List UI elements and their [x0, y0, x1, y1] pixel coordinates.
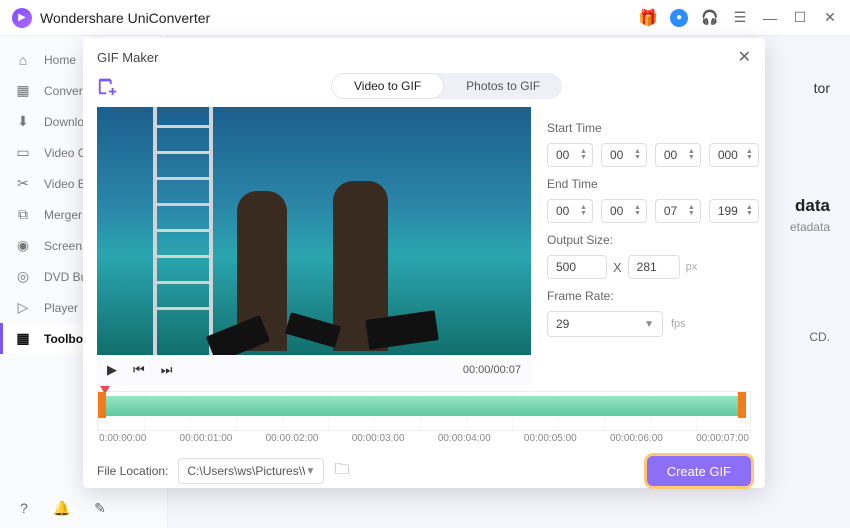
disc-icon: ◎ [14, 268, 32, 285]
tick-label: 00:00:04:00 [438, 433, 491, 444]
start-ss-stepper[interactable]: 00▲▼ [655, 143, 701, 167]
tick-label: 00:00:06:00 [610, 433, 663, 444]
hamburger-icon[interactable]: ☰ [732, 10, 748, 26]
add-file-icon[interactable] [97, 75, 119, 97]
frame-rate-label: Frame Rate: [547, 289, 759, 303]
headset-icon[interactable]: 🎧 [702, 10, 718, 26]
playback-controls: ▶ ⏮ ⏭ 00:00/00:07 [97, 355, 531, 385]
status-bar: ? 🔔 ✎ [16, 500, 108, 516]
user-avatar[interactable]: ● [670, 9, 688, 27]
settings-panel: Start Time 00▲▼ 00▲▼ 00▲▼ 000▲▼ End Time… [547, 107, 759, 385]
spinner-buttons[interactable]: ▲▼ [580, 205, 587, 217]
file-location-label: File Location: [97, 464, 168, 478]
grid-icon: ▦ [14, 330, 32, 347]
window-maximize-icon[interactable]: ☐ [792, 10, 808, 26]
spinner-buttons[interactable]: ▲▼ [688, 149, 695, 161]
output-size-label: Output Size: [547, 233, 759, 247]
previous-frame-button[interactable]: ⏮ [133, 362, 145, 378]
tab-video-to-gif[interactable]: Video to GIF [331, 73, 444, 99]
spinner-buttons[interactable]: ▲▼ [746, 149, 753, 161]
gif-maker-modal: GIF Maker ✕ Video to GIF Photos to GIF [83, 38, 765, 488]
tick-label: 00:00:01:00 [180, 433, 233, 444]
start-ms-stepper[interactable]: 000▲▼ [709, 143, 759, 167]
sidebar-item-label: Player [44, 301, 78, 315]
chevron-down-icon: ▼ [305, 466, 315, 477]
bg-text: etadata [790, 220, 830, 234]
spinner-buttons[interactable]: ▲▼ [746, 205, 753, 217]
timeline-selection[interactable] [102, 396, 746, 416]
tick-label: 00:00:02:00 [266, 433, 319, 444]
width-input[interactable]: 500 [547, 255, 607, 279]
end-ss-stepper[interactable]: 07▲▼ [655, 199, 701, 223]
modal-title: GIF Maker [97, 50, 158, 65]
video-preview-col: ▶ ⏮ ⏭ 00:00/00:07 [97, 107, 531, 385]
conversion-tabs: Video to GIF Photos to GIF [331, 73, 562, 99]
end-mm-stepper[interactable]: 00▲▼ [601, 199, 647, 223]
spinner-buttons[interactable]: ▲▼ [634, 205, 641, 217]
compress-icon: ▭ [14, 144, 32, 161]
tab-photos-to-gif[interactable]: Photos to GIF [444, 73, 562, 99]
start-hh-stepper[interactable]: 00▲▼ [547, 143, 593, 167]
close-icon[interactable]: ✕ [738, 47, 751, 67]
trim-handle-left[interactable] [98, 392, 106, 418]
chevron-down-icon: ▼ [644, 319, 654, 330]
spinner-buttons[interactable]: ▲▼ [580, 149, 587, 161]
frame-rate-select[interactable]: 29 ▼ [547, 311, 663, 337]
fps-label: fps [671, 318, 686, 330]
bell-icon[interactable]: 🔔 [54, 500, 70, 516]
start-mm-stepper[interactable]: 00▲▼ [601, 143, 647, 167]
sidebar-item-label: Merger [44, 208, 82, 222]
px-label: px [686, 261, 698, 273]
start-time-label: Start Time [547, 121, 759, 135]
window-minimize-icon[interactable]: — [762, 10, 778, 26]
bg-text: data [795, 196, 830, 216]
record-icon: ◉ [14, 237, 32, 254]
spinner-buttons[interactable]: ▲▼ [634, 149, 641, 161]
end-hh-stepper[interactable]: 00▲▼ [547, 199, 593, 223]
title-bar: ▶ Wondershare UniConverter 🎁 ● 🎧 ☰ — ☐ ✕ [0, 0, 850, 36]
home-icon: ⌂ [14, 52, 32, 68]
play-icon: ▷ [14, 299, 32, 316]
time-display: 00:00/00:07 [463, 364, 521, 376]
next-frame-button[interactable]: ⏭ [161, 362, 173, 378]
video-preview[interactable] [97, 107, 531, 355]
file-location-select[interactable]: C:\Users\ws\Pictures\Wonders ▼ [178, 458, 324, 484]
tick-label: 00:00:03:00 [352, 433, 405, 444]
app-logo-icon: ▶ [12, 8, 32, 28]
timeline[interactable] [97, 391, 751, 431]
tick-label: 00:00:05:00 [524, 433, 577, 444]
scissors-icon: ✂ [14, 175, 32, 192]
gift-icon[interactable]: 🎁 [640, 10, 656, 26]
converter-icon: ▦ [14, 82, 32, 99]
multiply-label: X [613, 260, 622, 275]
tick-label: 00:00:07:00 [696, 433, 749, 444]
timeline-ticks: 0:00:00:00 00:00:01:00 00:00:02:00 00:00… [97, 433, 751, 444]
bg-text: tor [814, 80, 830, 96]
tick-label: 0:00:00:00 [99, 433, 146, 444]
create-gif-button[interactable]: Create GIF [647, 456, 751, 486]
feedback-icon[interactable]: ✎ [92, 500, 108, 516]
trim-handle-right[interactable] [738, 392, 746, 418]
app-title: Wondershare UniConverter [40, 10, 640, 26]
merge-icon: ⧉ [14, 206, 32, 223]
end-time-label: End Time [547, 177, 759, 191]
open-folder-icon[interactable]: 🗀 [334, 459, 349, 484]
bg-text: CD. [809, 330, 830, 344]
download-icon: ⬇ [14, 113, 32, 130]
height-input[interactable]: 281 [628, 255, 680, 279]
window-close-icon[interactable]: ✕ [822, 10, 838, 26]
sidebar-item-label: Home [44, 53, 76, 67]
help-icon[interactable]: ? [16, 500, 32, 516]
spinner-buttons[interactable]: ▲▼ [688, 205, 695, 217]
play-button[interactable]: ▶ [107, 362, 117, 378]
end-ms-stepper[interactable]: 199▲▼ [709, 199, 759, 223]
